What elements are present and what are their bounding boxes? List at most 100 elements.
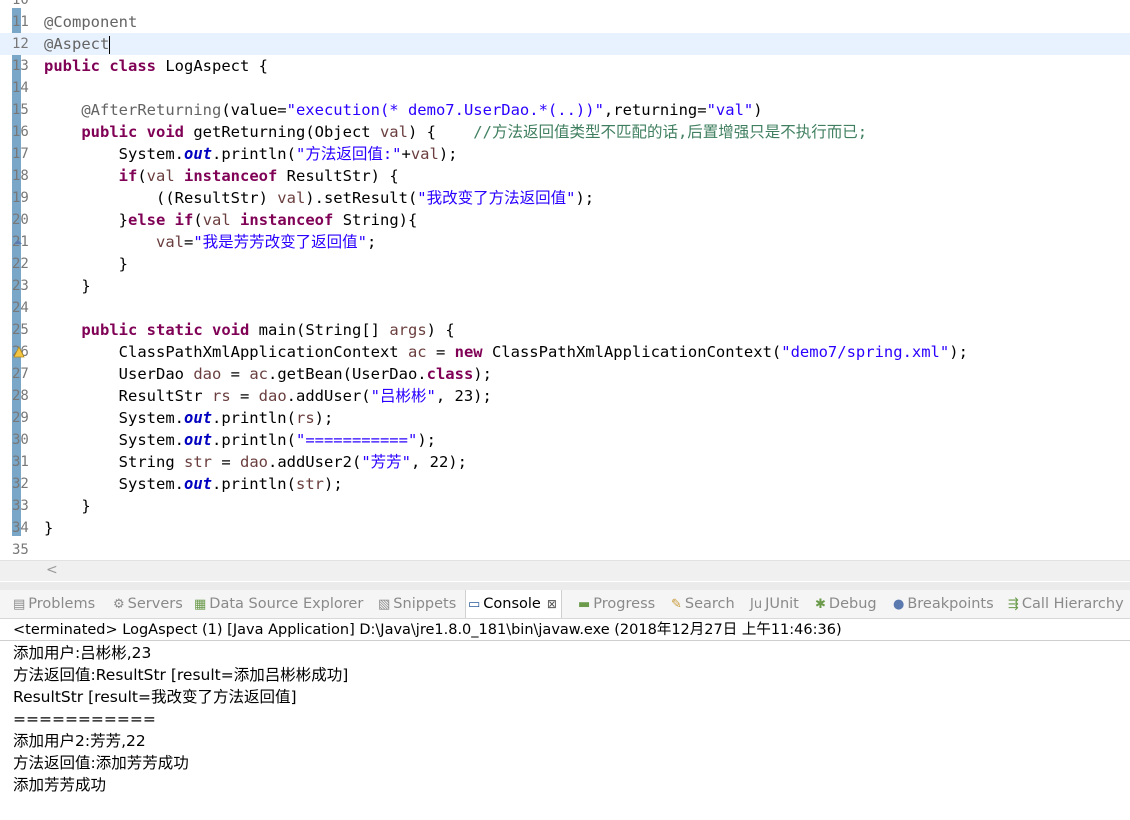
- code-line[interactable]: 24: [0, 297, 1130, 319]
- code-token: .println(: [211, 145, 296, 163]
- code-token: System.: [44, 145, 184, 163]
- tab-junit[interactable]: Ju JUnit: [750, 590, 799, 618]
- code-line[interactable]: 26 ClassPathXmlApplicationContext ac = n…: [0, 341, 1130, 363]
- tab-call-hierarchy[interactable]: ⇶ Call Hierarchy: [1008, 590, 1124, 618]
- code-token: out: [183, 431, 212, 449]
- code-editor[interactable]: 10 11 @Component 12 @Aspect 13 public class Lo…: [0, 0, 1130, 582]
- tab-snippets[interactable]: ▧ Snippets: [378, 590, 456, 618]
- line-number: 23: [12, 278, 29, 294]
- horizontal-scrollbar[interactable]: <: [0, 560, 1130, 581]
- code-token: +: [401, 145, 411, 163]
- code-line[interactable]: 34}: [0, 517, 1130, 539]
- tab-data-source-explorer[interactable]: ▦ Data Source Explorer: [194, 590, 363, 618]
- code-token: val: [155, 233, 184, 251]
- console-line: 方法返回值:添加芳芳成功: [13, 754, 189, 772]
- search-icon: ✎: [671, 597, 682, 612]
- console-line: 添加芳芳成功: [13, 776, 107, 794]
- code-line[interactable]: 11 @Component: [0, 11, 1130, 33]
- tab-debug[interactable]: ✱ Debug: [815, 590, 877, 618]
- line-number: 12: [12, 36, 29, 52]
- code-token: str: [295, 475, 324, 493]
- code-text: System.out.println("方法返回值:"+val);: [44, 143, 458, 165]
- code-text: @Aspect: [44, 33, 111, 55]
- code-line[interactable]: 35: [0, 539, 1130, 561]
- code-token: ).setResult(: [305, 189, 418, 207]
- code-token: System.: [44, 431, 184, 449]
- code-line[interactable]: 25 public static void main(String[] args…: [0, 319, 1130, 341]
- scroll-left-icon[interactable]: <: [46, 562, 58, 578]
- code-token: }: [44, 255, 128, 273]
- debug-icon: ✱: [815, 597, 826, 612]
- code-token: "芳芳": [361, 453, 411, 471]
- panel-divider[interactable]: [0, 582, 1130, 590]
- code-token: System.: [44, 475, 184, 493]
- code-token: str: [183, 453, 212, 471]
- tab-label: JUnit: [765, 596, 799, 612]
- code-token: ResultStr) {: [277, 167, 399, 185]
- code-token: ): [753, 101, 763, 119]
- code-token: val: [202, 211, 231, 229]
- code-line[interactable]: 23 }: [0, 275, 1130, 297]
- code-line[interactable]: 17 System.out.println("方法返回值:"+val);: [0, 143, 1130, 165]
- tab-label: Debug: [828, 596, 877, 612]
- code-text: System.out.println(str);: [44, 473, 343, 495]
- code-token: rs: [295, 409, 315, 427]
- code-line[interactable]: 19 ((ResultStr) val).setResult("我改变了方法返回…: [0, 187, 1130, 209]
- view-tab-bar: ▤ Problems ⚙ Servers ▦ Data Source Explorer ▧ S…: [0, 590, 1130, 619]
- code-token: .println(: [211, 431, 296, 449]
- code-line[interactable]: 32 System.out.println(str);: [0, 473, 1130, 495]
- code-line[interactable]: 28 ResultStr rs = dao.addUser("吕彬彬", 23)…: [0, 385, 1130, 407]
- code-line[interactable]: 27 UserDao dao = ac.getBean(UserDao.clas…: [0, 363, 1130, 385]
- code-line[interactable]: 29 System.out.println(rs);: [0, 407, 1130, 429]
- junit-icon: Ju: [750, 597, 763, 612]
- tab-problems[interactable]: ▤ Problems: [13, 590, 95, 618]
- code-token: main(String[]: [249, 321, 390, 339]
- code-line[interactable]: 20 }else if(val instanceof String){: [0, 209, 1130, 231]
- code-token: "我是芳芳改变了返回值": [193, 233, 367, 251]
- code-line[interactable]: 21 val="我是芳芳改变了返回值";: [0, 231, 1130, 253]
- line-number: 14: [12, 80, 29, 96]
- code-token: (: [193, 211, 203, 229]
- code-line[interactable]: 14: [0, 77, 1130, 99]
- console-icon: ▭: [468, 597, 481, 612]
- code-line[interactable]: 22 }: [0, 253, 1130, 275]
- code-token: "===========": [295, 431, 418, 449]
- warning-icon[interactable]: [13, 343, 25, 358]
- code-token: else: [128, 211, 166, 229]
- data-source-icon: ▦: [194, 597, 207, 612]
- line-number: 13: [12, 58, 29, 74]
- code-line[interactable]: 13 public class LogAspect {: [0, 55, 1130, 77]
- code-line[interactable]: 10: [0, 0, 1130, 11]
- code-token: .println(: [211, 409, 296, 427]
- problems-icon: ▤: [13, 597, 26, 612]
- code-token: public: [81, 123, 138, 141]
- code-line[interactable]: 15 @AfterReturning(value="execution(* de…: [0, 99, 1130, 121]
- tab-console[interactable]: ▭ Console ⊠: [465, 590, 562, 618]
- code-text: String str = dao.addUser2("芳芳", 22);: [44, 451, 467, 473]
- code-line[interactable]: 33 }: [0, 495, 1130, 517]
- tab-servers[interactable]: ⚙ Servers: [113, 590, 183, 618]
- close-icon[interactable]: ⊠: [547, 597, 557, 611]
- code-token: "execution(* demo7.UserDao.*(..))": [286, 101, 604, 119]
- console-output[interactable]: 添加用户:吕彬彬,23 方法返回值:ResultStr [result=添加吕彬彬…: [13, 642, 1123, 796]
- tab-breakpoints[interactable]: ● Breakpoints: [893, 590, 994, 618]
- code-line[interactable]: 30 System.out.println("===========");: [0, 429, 1130, 451]
- code-token: );: [949, 343, 968, 361]
- code-text: ((ResultStr) val).setResult("我改变了方法返回值")…: [44, 187, 594, 209]
- code-line[interactable]: 31 String str = dao.addUser2("芳芳", 22);: [0, 451, 1130, 473]
- code-token: );: [323, 475, 343, 493]
- code-text: }: [44, 495, 90, 517]
- code-text: @AfterReturning(value="execution(* demo7…: [44, 99, 763, 121]
- line-number: 18: [12, 168, 29, 184]
- code-line[interactable]: 16 public void getReturning(Object val) …: [0, 121, 1130, 143]
- code-line[interactable]: 18 if(val instanceof ResultStr) {: [0, 165, 1130, 187]
- tab-search[interactable]: ✎ Search: [671, 590, 735, 618]
- line-number: 29: [12, 410, 29, 426]
- code-text: }else if(val instanceof String){: [44, 209, 418, 231]
- code-line[interactable]: 12 @Aspect: [0, 33, 1130, 55]
- code-token: ClassPathXmlApplicationContext: [44, 343, 408, 361]
- code-token: );: [417, 431, 436, 449]
- tab-progress[interactable]: ▬ Progress: [578, 590, 655, 618]
